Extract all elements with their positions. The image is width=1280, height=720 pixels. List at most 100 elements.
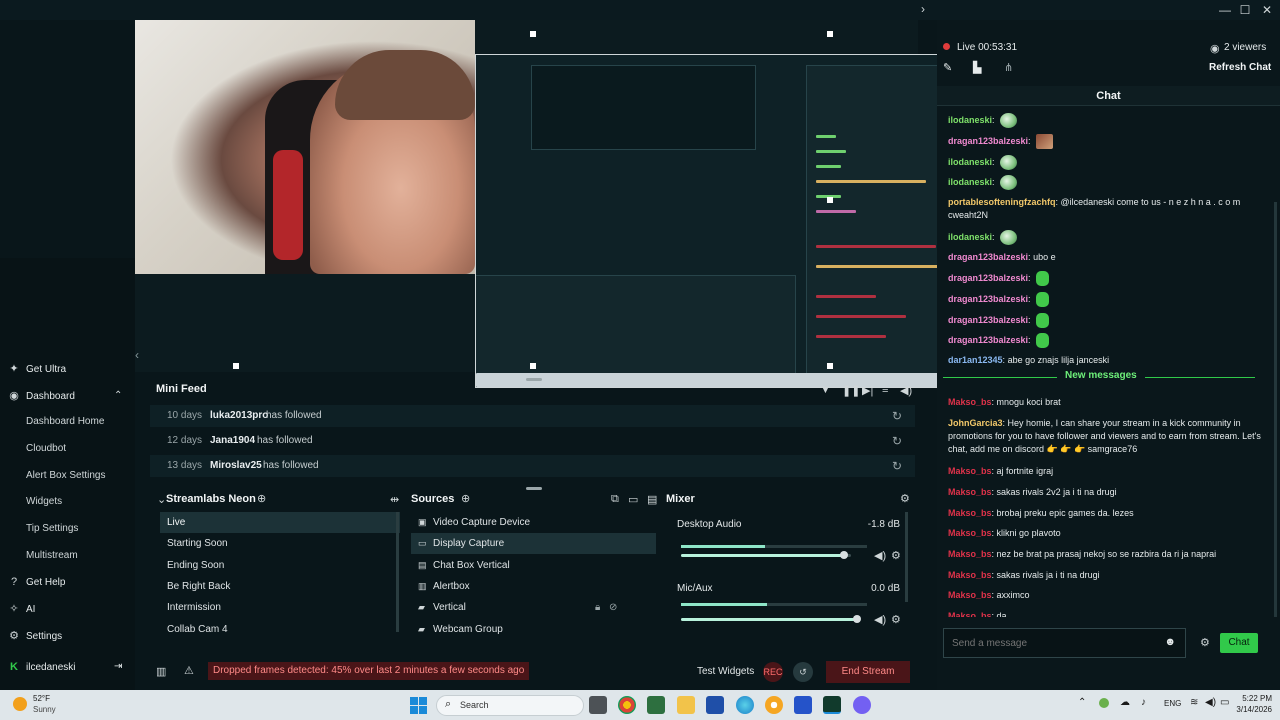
chat-username[interactable]: ilodaneski [948, 157, 992, 167]
volume-slider-knob[interactable] [853, 615, 861, 623]
chat-username[interactable]: dragan123balzeski [948, 335, 1028, 345]
dropped-frames-notice[interactable]: Dropped frames detected: 45% over last 2… [208, 662, 530, 680]
source-settings-icon[interactable]: ▤ [647, 493, 657, 506]
scene-item[interactable]: Ending Soon [160, 555, 400, 576]
weather-sun-icon[interactable] [13, 697, 27, 711]
replay-icon[interactable]: ↻ [892, 430, 902, 452]
source-item[interactable]: ▰ Webcam Group [411, 619, 656, 640]
chat-username[interactable]: JohnGarcia3 [948, 418, 1003, 428]
chat-text-field[interactable] [952, 636, 1152, 651]
preview-resize-handle[interactable] [526, 378, 542, 381]
skip-icon[interactable]: ▶| [862, 384, 873, 397]
mixer-scrollbar[interactable] [905, 512, 908, 602]
scene-item[interactable]: Starting Soon [160, 533, 400, 554]
chat-username[interactable]: Makso_bs [948, 570, 992, 580]
logout-icon[interactable]: ⇥ [114, 656, 122, 678]
maximize-button[interactable]: ☐ [1234, 2, 1256, 18]
source-item[interactable]: ▤ Chat Box Vertical [411, 555, 656, 576]
queue-icon[interactable]: ≡ [882, 384, 888, 396]
app-icon[interactable] [647, 696, 665, 714]
record-button[interactable]: REC [763, 662, 783, 682]
nav-tip-settings[interactable]: Tip Settings [26, 518, 78, 540]
collapse-chat-icon[interactable]: › [921, 2, 925, 16]
channel-settings-icon[interactable]: ⚙ [891, 613, 901, 626]
speaker-icon[interactable]: ◀) [874, 613, 886, 626]
chat-username[interactable]: portablesofteningfzachfq [948, 197, 1056, 207]
stream-preview[interactable]: ‹ [135, 20, 965, 388]
chat-username[interactable]: ilodaneski [948, 232, 992, 242]
test-widgets-button[interactable]: Test Widgets [697, 666, 754, 677]
chat-username[interactable]: dragan123balzeski [948, 273, 1028, 283]
chat-username[interactable]: ilodaneski [948, 115, 992, 125]
chat-username[interactable]: Makso_bs [948, 397, 992, 407]
group-icon[interactable]: ⧉ [611, 493, 619, 506]
scenes-title[interactable]: Streamlabs Neon [166, 493, 256, 505]
clock-date[interactable]: 3/14/2026 [1222, 705, 1272, 714]
emoji-icon[interactable]: ☻ [1164, 636, 1176, 648]
edge-icon[interactable] [736, 696, 754, 714]
chat-username[interactable]: dragan123balzeski [948, 315, 1028, 325]
scene-item[interactable]: Be Right Back [160, 576, 400, 597]
chevron-down-icon[interactable]: ⌄ [157, 493, 166, 506]
source-item[interactable]: ▣ Video Capture Device [411, 512, 656, 533]
replay-buffer-icon[interactable]: ↺ [793, 662, 813, 682]
get-ultra-link[interactable]: ✦ Get Ultra [8, 358, 66, 380]
tray-mic-icon[interactable]: ♪ [1141, 697, 1146, 708]
clipboard-icon[interactable]: ▙ [973, 61, 981, 74]
hidden-eye-icon[interactable]: ⊘ [609, 597, 617, 618]
end-stream-button[interactable]: End Stream [826, 661, 910, 683]
settings-link[interactable]: ⚙ Settings [8, 625, 62, 647]
pause-icon[interactable]: ❚❚ [842, 384, 860, 397]
user-account[interactable]: Kilcedaneski ⇥ [8, 656, 122, 678]
tray-chevron-up-icon[interactable]: ⌃ [1078, 697, 1086, 708]
volume-slider-knob[interactable] [840, 551, 849, 559]
stats-icon[interactable]: ▥ [156, 665, 166, 678]
chat-input[interactable]: ☻ [943, 628, 1186, 658]
wifi-icon[interactable]: ≋ [1190, 697, 1198, 708]
store-icon[interactable] [706, 696, 724, 714]
taskbar-search[interactable]: ⌕ Search [436, 695, 584, 716]
streamlabs-icon[interactable] [823, 696, 841, 714]
close-button[interactable]: ✕ [1256, 2, 1278, 18]
chat-settings-icon[interactable]: ⚙ [1200, 636, 1210, 649]
volume-icon[interactable]: ◀) [1205, 697, 1216, 708]
volume-slider[interactable] [681, 615, 861, 623]
share-icon[interactable]: ⋔ [1004, 61, 1013, 74]
filter-icon[interactable]: ▼ [820, 384, 831, 396]
source-item[interactable]: ▰ Vertical 🔒︎ ⊘ [411, 597, 656, 618]
viber-icon[interactable] [853, 696, 871, 714]
nav-cloudbot[interactable]: Cloudbot [26, 438, 66, 460]
get-help-link[interactable]: ? Get Help [8, 571, 66, 593]
chat-username[interactable]: Makso_bs [948, 508, 992, 518]
file-explorer-icon[interactable] [677, 696, 695, 714]
nav-dashboard-home[interactable]: Dashboard Home [26, 411, 104, 433]
chat-username[interactable]: dragan123balzeski [948, 136, 1028, 146]
chat-username[interactable]: Makso_bs [948, 487, 992, 497]
edit-icon[interactable]: ✎ [943, 61, 952, 74]
nav-alert-box-settings[interactable]: Alert Box Settings [26, 465, 105, 487]
nav-widgets[interactable]: Widgets [26, 491, 62, 513]
speaker-icon[interactable]: ◀) [874, 549, 886, 562]
scenes-scrollbar[interactable] [396, 512, 399, 632]
app-icon[interactable] [794, 696, 812, 714]
chat-username[interactable]: Makso_bs [948, 466, 992, 476]
ai-link[interactable]: ✧ AI [8, 598, 35, 620]
add-source-icon[interactable]: ⊕ [461, 492, 470, 505]
chat-username[interactable]: dragan123balzeski [948, 252, 1028, 262]
dock-resize-handle[interactable] [526, 487, 542, 490]
add-scene-icon[interactable]: ⊕ [257, 492, 266, 505]
chat-username[interactable]: dar1an12345 [948, 355, 1003, 365]
folder-icon[interactable]: ▭ [628, 493, 638, 506]
language-indicator[interactable]: ENG [1164, 699, 1181, 708]
scene-item[interactable]: Collab Cam 4 [160, 619, 400, 640]
minimize-button[interactable]: — [1214, 2, 1236, 18]
windows-start-icon[interactable] [410, 697, 427, 714]
lock-icon[interactable]: 🔒︎ [595, 597, 600, 618]
app-icon[interactable] [765, 696, 783, 714]
volume-icon[interactable]: ◀) [900, 384, 912, 397]
replay-icon[interactable]: ↻ [892, 455, 902, 477]
scene-item[interactable]: Intermission [160, 597, 400, 618]
mixer-settings-icon[interactable]: ⚙ [900, 492, 910, 505]
chat-username[interactable]: dragan123balzeski [948, 294, 1028, 304]
collapse-sidebar-icon[interactable]: ‹ [135, 348, 139, 362]
